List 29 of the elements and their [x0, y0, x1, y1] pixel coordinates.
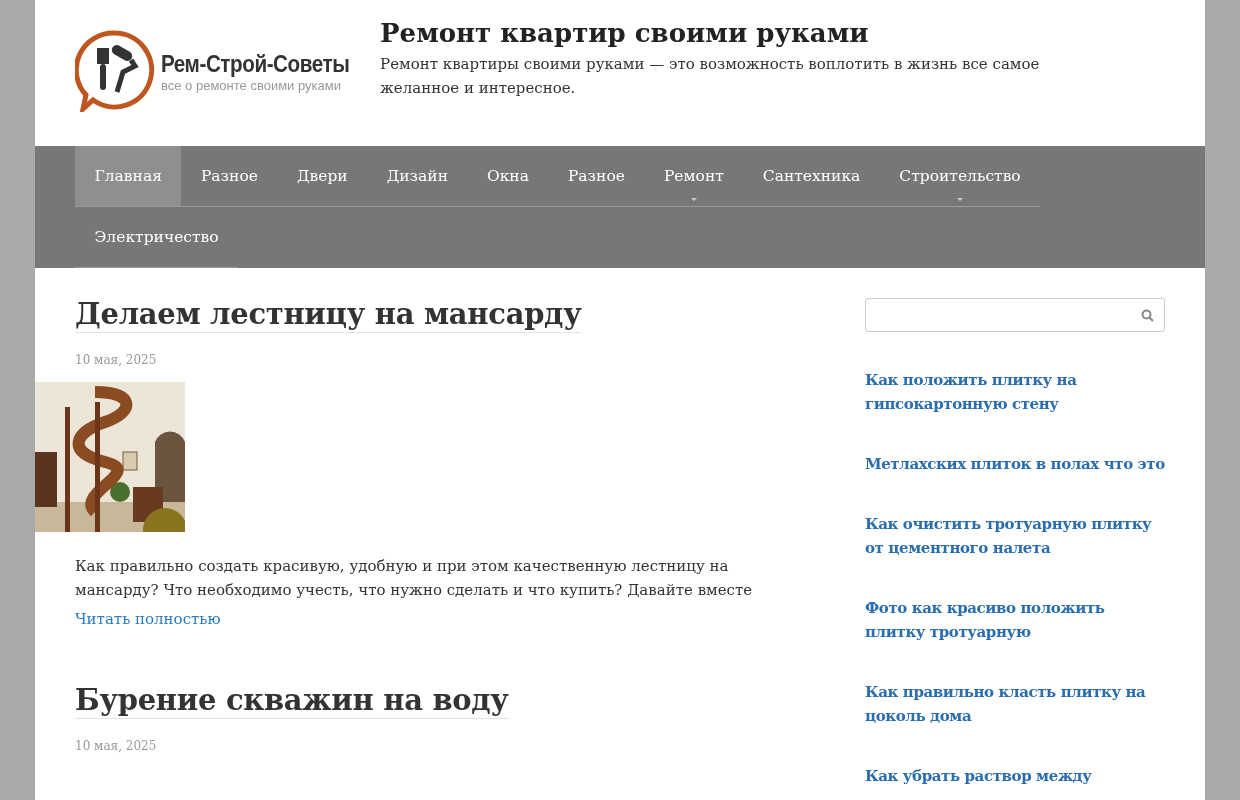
menu-item[interactable]: Главная — [75, 146, 182, 207]
menu-item[interactable]: Двери — [277, 146, 368, 207]
menu-item[interactable]: Окна — [467, 146, 549, 207]
menu-item[interactable]: Строительство — [879, 146, 1041, 207]
post-title[interactable]: Делаем лестницу на мансарду — [75, 296, 582, 333]
menu-item[interactable]: Сантехника — [743, 146, 880, 207]
menu-item[interactable]: Электричество — [75, 207, 239, 268]
menu-item[interactable]: Разное — [181, 146, 278, 207]
menu-item[interactable]: Разное — [548, 146, 645, 207]
site-title[interactable]: Ремонт квартир своими руками — [380, 18, 1081, 48]
sidebar-link[interactable]: Метлахских плиток в полах что это — [865, 452, 1165, 476]
logo-tagline: все о ремонте своими руками — [161, 77, 342, 93]
sidebar-link[interactable]: Как правильно класть плитку на цоколь дома — [865, 680, 1165, 728]
post-date: 10 мая, 2025 — [75, 353, 158, 367]
site-description: Ремонт квартиры своими руками — это возможность воплотить в жизнь все самое желанное и интересное. — [380, 54, 1041, 99]
sidebar-link[interactable]: Как очистить тротуарную плитку от цементного налета — [865, 512, 1165, 560]
post-title[interactable]: Бурение скважин на воду — [75, 682, 509, 719]
logo-icon[interactable] — [75, 30, 155, 112]
sidebar-link[interactable]: Фото как красиво положить плитку тротуарную — [865, 596, 1165, 644]
search-field[interactable] — [865, 298, 1165, 332]
post-date: 10 мая, 2025 — [75, 739, 158, 753]
logo-title: Рем-Строй-Советы — [161, 49, 350, 78]
menu-item[interactable]: Дизайн — [367, 146, 468, 207]
read-more-link[interactable]: Читать полностью — [75, 610, 221, 628]
sidebar-link[interactable]: Как положить плитку на гипсокартонную стену — [865, 368, 1165, 416]
search-icon[interactable] — [1141, 308, 1154, 322]
sidebar-link[interactable]: Как убрать раствор между — [865, 764, 1165, 788]
post-excerpt: Как правильно создать красивую, удобную и при этом качественную лестницу на мансарду? Что необходимо учесть, что нужно сделать и что купить? Давайте вместе — [75, 556, 754, 601]
menu-item[interactable]: Ремонт — [644, 146, 744, 207]
